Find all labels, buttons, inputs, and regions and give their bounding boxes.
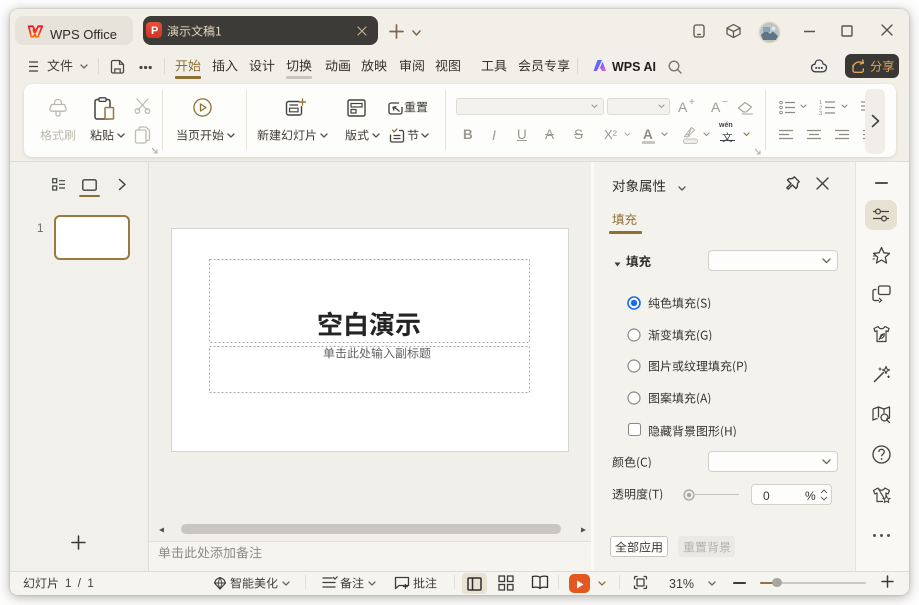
svg-text:3: 3: [819, 111, 822, 115]
